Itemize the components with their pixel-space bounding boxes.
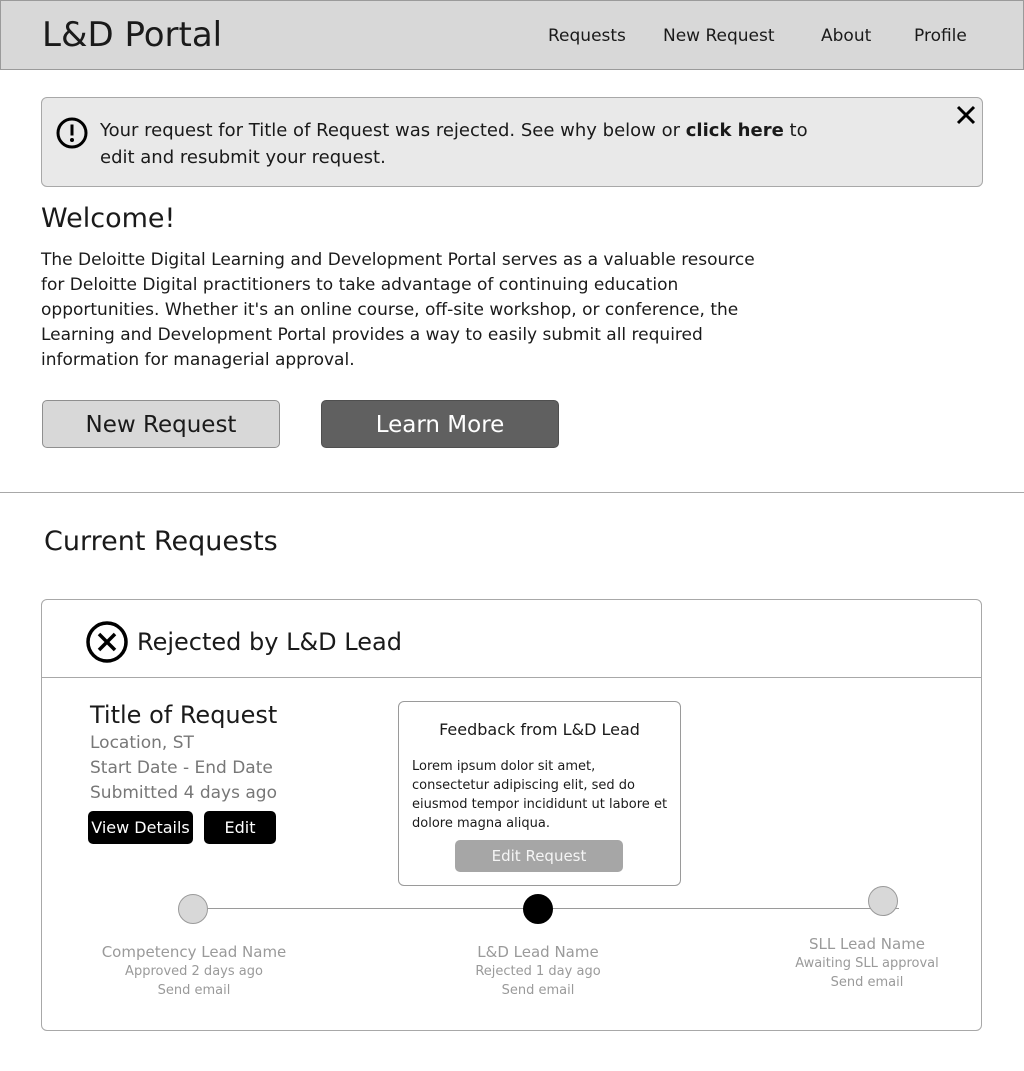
stage-status: Awaiting SLL approval (795, 956, 939, 971)
section-divider (0, 492, 1024, 493)
request-title: Title of Request (90, 701, 278, 729)
alert-message: Your request for Title of Request was re… (100, 117, 820, 171)
nav-item-profile[interactable]: Profile (914, 26, 967, 46)
request-status: Rejected by L&D Lead (137, 628, 402, 656)
edit-request-button[interactable]: Edit Request (455, 840, 623, 872)
view-details-button[interactable]: View Details (88, 811, 193, 844)
stage-name: Competency Lead Name (101, 943, 287, 961)
rejection-alert: Your request for Title of Request was re… (41, 97, 983, 187)
close-icon[interactable] (954, 103, 978, 127)
request-card: Rejected by L&D Lead Title of Request Lo… (41, 599, 982, 1031)
stage-name: L&D Lead Name (477, 943, 599, 961)
x-circle-icon (86, 621, 128, 663)
request-submitted: Submitted 4 days ago (90, 783, 277, 803)
welcome-heading: Welcome! (41, 203, 176, 234)
feedback-box: Feedback from L&D Lead Lorem ipsum dolor… (398, 701, 681, 886)
timeline-dot-sll-lead (868, 886, 898, 916)
stage-name: SLL Lead Name (808, 935, 926, 953)
exclamation-circle-icon (56, 117, 88, 149)
current-requests-heading: Current Requests (44, 526, 278, 557)
edit-button[interactable]: Edit (204, 811, 276, 844)
top-nav-bar: L&D Portal Requests New Request About Pr… (0, 0, 1024, 70)
feedback-title: Feedback from L&D Lead (439, 720, 640, 739)
nav-item-requests[interactable]: Requests (548, 26, 626, 46)
send-email-link[interactable]: Send email (84, 981, 304, 1000)
alert-click-here-link[interactable]: click here (686, 120, 784, 141)
feedback-text: Lorem ipsum dolor sit amet, consectetur … (412, 759, 668, 831)
new-request-button[interactable]: New Request (42, 400, 280, 448)
timeline-stage-competency-lead: Competency Lead Name Approved 2 days ago… (84, 942, 304, 1000)
stage-status: Approved 2 days ago (125, 964, 263, 979)
nav-item-new-request[interactable]: New Request (663, 26, 775, 46)
request-location: Location, ST (90, 733, 194, 753)
alert-text-before: Your request for Title of Request was re… (100, 120, 686, 141)
nav-item-about[interactable]: About (821, 26, 871, 46)
card-divider (42, 677, 982, 678)
timeline-stage-ld-lead: L&D Lead Name Rejected 1 day ago Send em… (428, 942, 648, 1000)
learn-more-button[interactable]: Learn More (321, 400, 559, 448)
send-email-link[interactable]: Send email (428, 981, 648, 1000)
welcome-description: The Deloitte Digital Learning and Develo… (41, 250, 755, 370)
stage-status: Rejected 1 day ago (475, 964, 601, 979)
timeline-dot-ld-lead (523, 894, 553, 924)
send-email-link[interactable]: Send email (757, 973, 977, 992)
request-dates: Start Date - End Date (90, 758, 273, 778)
timeline-stage-sll-lead: SLL Lead Name Awaiting SLL approval Send… (757, 934, 977, 992)
app-title: L&D Portal (42, 15, 223, 55)
timeline-dot-competency-lead (178, 894, 208, 924)
